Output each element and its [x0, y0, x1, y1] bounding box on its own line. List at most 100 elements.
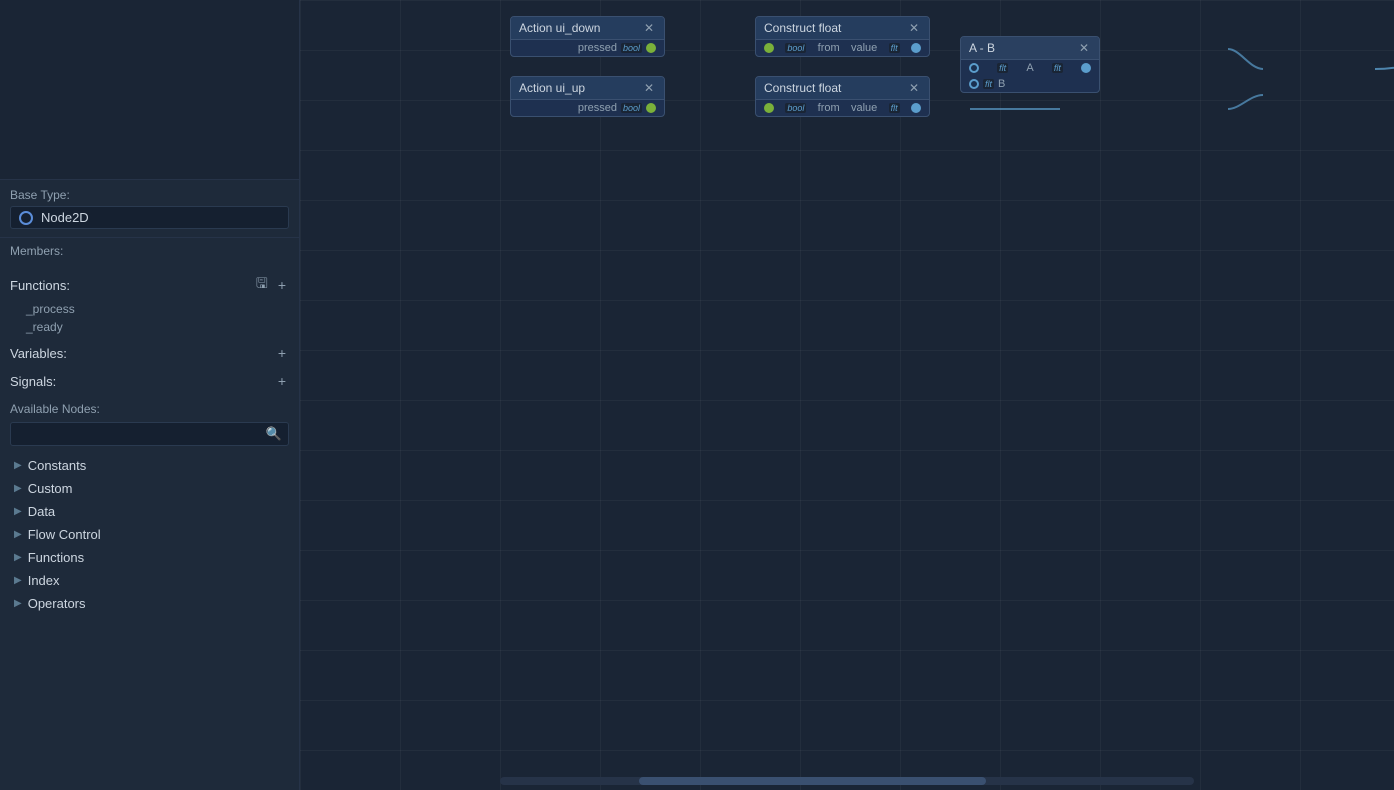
category-index[interactable]: ▶ Index — [10, 569, 289, 592]
action-ui-down-port-dot — [646, 43, 656, 53]
construct-float-2-from-label: from — [818, 102, 840, 114]
variables-add-button[interactable]: + — [275, 344, 289, 362]
base-type-value-row: Node2D — [10, 206, 289, 229]
flow-control-arrow-icon: ▶ — [14, 529, 22, 540]
a-minus-b-b-in-dot — [969, 79, 979, 89]
functions-arrow-icon: ▶ — [14, 552, 22, 563]
canvas-area[interactable]: Action ui_down ✕ pressed bool Action ui_… — [300, 0, 1394, 790]
category-flow-control[interactable]: ▶ Flow Control — [10, 523, 289, 546]
action-ui-down-close[interactable]: ✕ — [642, 21, 656, 35]
action-ui-down-header: Action ui_down ✕ — [511, 17, 664, 40]
variables-title: Variables: — [10, 346, 67, 361]
signals-add-button[interactable]: + — [275, 372, 289, 390]
variables-header: Variables: + — [10, 344, 289, 362]
a-minus-b-b-type: flt — [983, 79, 994, 89]
a-minus-b-a-type: flt — [997, 63, 1008, 73]
constants-label: Constants — [28, 458, 87, 473]
category-functions[interactable]: ▶ Functions — [10, 546, 289, 569]
category-custom[interactable]: ▶ Custom — [10, 477, 289, 500]
canvas-scrollbar[interactable] — [500, 777, 1194, 785]
signals-actions: + — [275, 372, 289, 390]
action-ui-down-node: Action ui_down ✕ pressed bool — [510, 16, 665, 57]
action-ui-up-header: Action ui_up ✕ — [511, 77, 664, 100]
construct-float-2-node: Construct float ✕ bool from value flt — [755, 76, 930, 117]
search-icon: 🔍 — [266, 426, 282, 442]
construct-float-1-from-dot-in — [764, 43, 774, 53]
index-label: Index — [28, 573, 60, 588]
construct-float-2-value-label: value — [851, 102, 877, 114]
a-minus-b-a-row: flt A flt — [961, 60, 1099, 76]
functions-save-button[interactable]: 🖫 — [253, 272, 271, 298]
construct-float-2-value-dot-out — [911, 103, 921, 113]
functions-title: Functions: — [10, 278, 70, 293]
base-type-section: Base Type: Node2D — [0, 180, 299, 238]
action-ui-down-port-type: bool — [621, 43, 642, 53]
operators-label: Operators — [28, 596, 86, 611]
index-arrow-icon: ▶ — [14, 575, 22, 586]
a-minus-b-out-dot — [1081, 63, 1091, 73]
category-data[interactable]: ▶ Data — [10, 500, 289, 523]
data-label: Data — [28, 504, 55, 519]
a-minus-b-b-label: B — [998, 78, 1005, 90]
construct-float-2-close[interactable]: ✕ — [907, 81, 921, 95]
action-ui-up-close[interactable]: ✕ — [642, 81, 656, 95]
a-minus-b-node: A - B ✕ flt A flt flt B — [960, 36, 1100, 93]
canvas-scrollbar-thumb[interactable] — [639, 777, 986, 785]
category-operators[interactable]: ▶ Operators — [10, 592, 289, 615]
a-minus-b-a-in-dot — [969, 63, 979, 73]
custom-label: Custom — [28, 481, 73, 496]
construct-float-1-title: Construct float — [764, 21, 841, 35]
action-ui-up-node: Action ui_up ✕ pressed bool — [510, 76, 665, 117]
construct-float-1-value-label: value — [851, 42, 877, 54]
search-bar: 🔍 — [10, 422, 289, 446]
construct-float-2-value-type: flt — [889, 103, 900, 113]
category-constants[interactable]: ▶ Constants — [10, 454, 289, 477]
node-icon — [19, 211, 33, 225]
functions-actions: 🖫 + — [253, 272, 289, 298]
construct-float-2-title: Construct float — [764, 81, 841, 95]
operators-arrow-icon: ▶ — [14, 598, 22, 609]
functions-add-button[interactable]: + — [275, 272, 289, 298]
construct-float-2-from-row: bool from value flt — [756, 100, 929, 116]
construct-float-1-close[interactable]: ✕ — [907, 21, 921, 35]
construct-float-1-node: Construct float ✕ bool from value flt — [755, 16, 930, 57]
a-minus-b-out-type: flt — [1052, 63, 1063, 73]
function-item-process[interactable]: _process — [10, 300, 289, 318]
construct-float-1-from-row: bool from value flt — [756, 40, 929, 56]
construct-float-2-from-type: bool — [785, 103, 806, 113]
available-nodes-label: Available Nodes: — [10, 402, 289, 416]
sidebar: Base Type: Node2D Members: Functions: 🖫 … — [0, 0, 300, 790]
functions-category-label: Functions — [28, 550, 84, 565]
construct-float-1-from-label: from — [818, 42, 840, 54]
node-container: Action ui_down ✕ pressed bool Action ui_… — [300, 0, 1394, 790]
base-type-label: Base Type: — [10, 188, 289, 202]
a-minus-b-header: A - B ✕ — [961, 37, 1099, 60]
flow-control-label: Flow Control — [28, 527, 101, 542]
construct-float-2-header: Construct float ✕ — [756, 77, 929, 100]
search-input[interactable] — [17, 427, 266, 441]
a-minus-b-a-label: A — [1026, 62, 1033, 74]
available-nodes-panel: Available Nodes: 🔍 ▶ Constants ▶ Custom … — [0, 396, 299, 790]
sidebar-top-panel — [0, 0, 299, 180]
action-ui-up-port-label: pressed — [578, 102, 617, 114]
action-ui-up-port-dot — [646, 103, 656, 113]
action-ui-up-port-row: pressed bool — [511, 100, 664, 116]
functions-section: Functions: 🖫 + _process _ready — [0, 268, 299, 340]
a-minus-b-close[interactable]: ✕ — [1077, 41, 1091, 55]
members-section: Members: — [0, 238, 299, 268]
constants-arrow-icon: ▶ — [14, 460, 22, 471]
variables-section: Variables: + — [0, 340, 299, 368]
action-ui-up-title: Action ui_up — [519, 81, 585, 95]
members-label: Members: — [10, 244, 289, 258]
function-item-ready[interactable]: _ready — [10, 318, 289, 336]
a-minus-b-title: A - B — [969, 41, 995, 55]
variables-actions: + — [275, 344, 289, 362]
construct-float-1-header: Construct float ✕ — [756, 17, 929, 40]
signals-section: Signals: + — [0, 368, 299, 396]
custom-arrow-icon: ▶ — [14, 483, 22, 494]
construct-float-1-value-dot-out — [911, 43, 921, 53]
base-type-text: Node2D — [41, 210, 89, 225]
functions-header: Functions: 🖫 + — [10, 272, 289, 298]
action-ui-down-port-label: pressed — [578, 42, 617, 54]
a-minus-b-b-row: flt B — [961, 76, 1099, 92]
